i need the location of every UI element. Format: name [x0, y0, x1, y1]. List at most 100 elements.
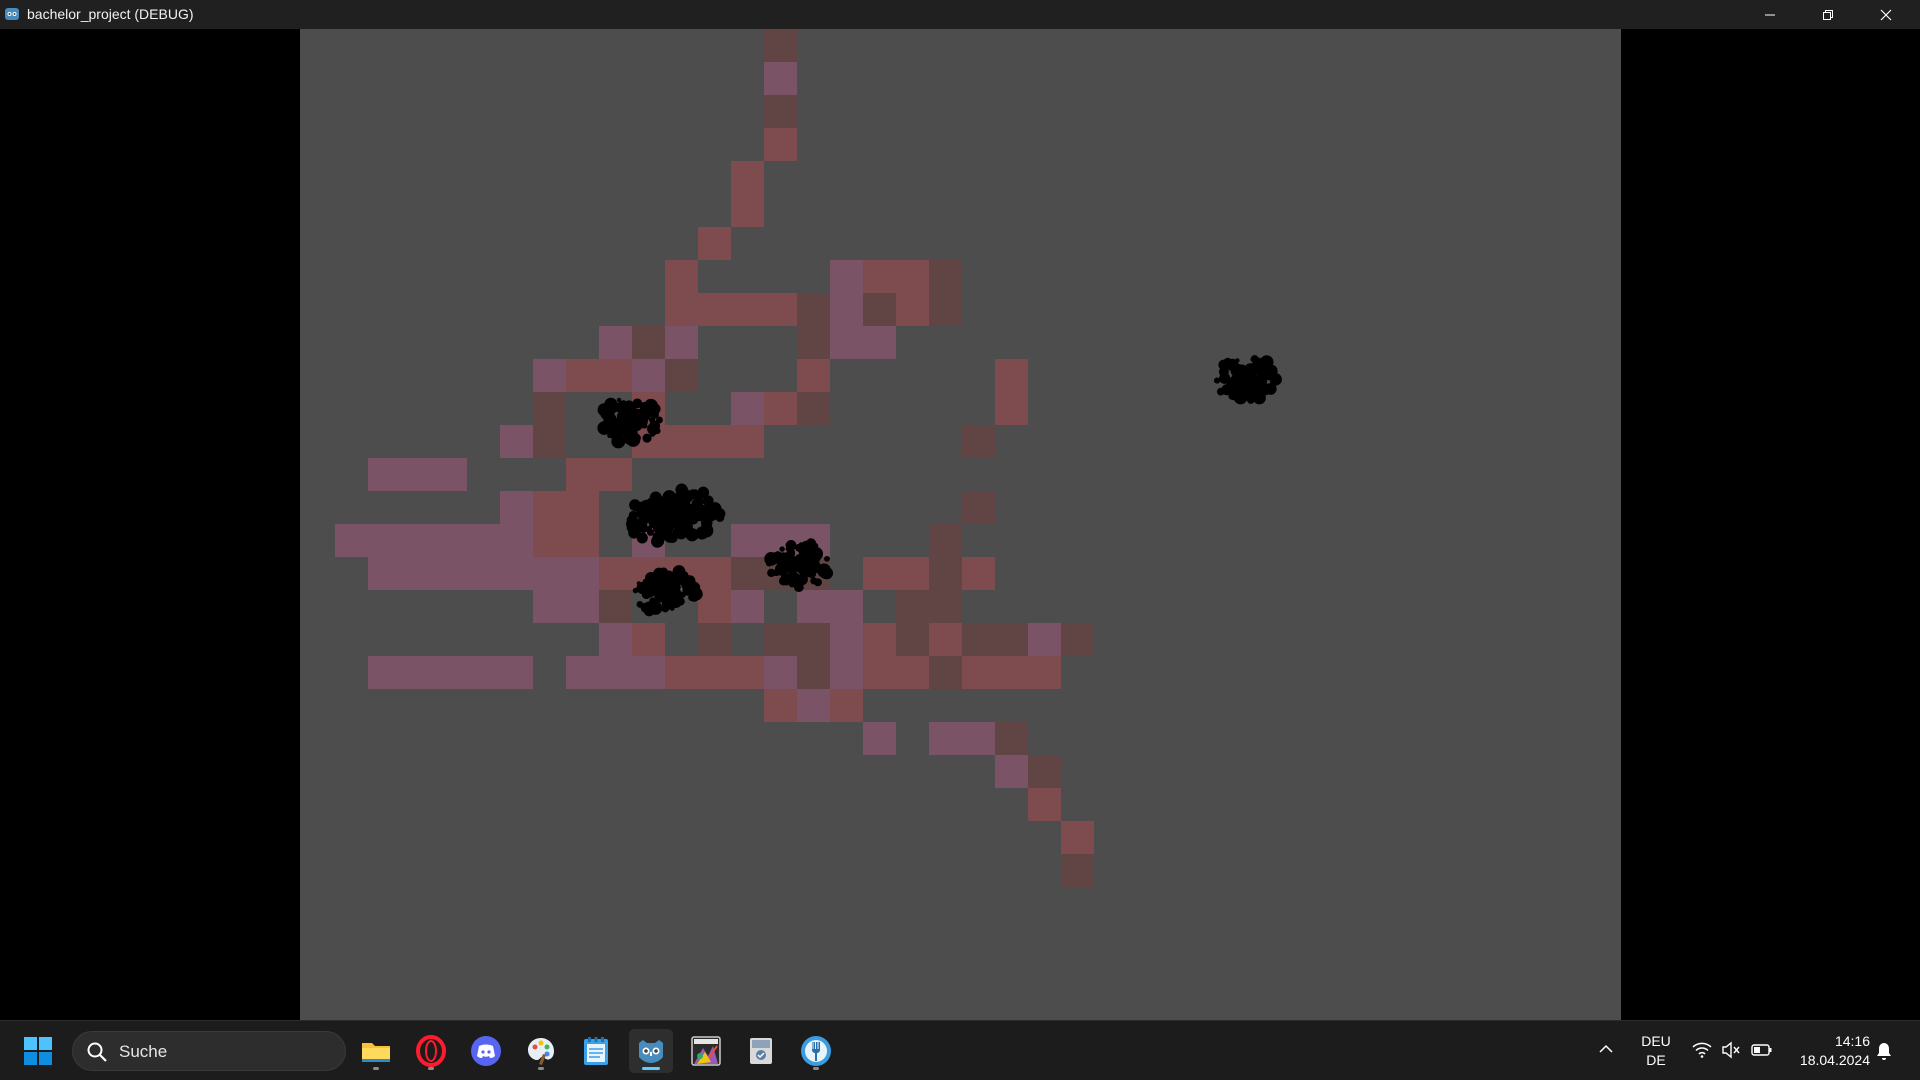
notification-bell-icon[interactable]	[1875, 1041, 1893, 1061]
language-code: DEU	[1641, 1033, 1671, 1049]
media-app-icon	[691, 1036, 721, 1066]
fork-app-icon	[801, 1036, 831, 1066]
map-tile	[500, 524, 533, 557]
chevron-up-icon[interactable]	[1598, 1041, 1614, 1057]
minimize-button[interactable]	[1741, 0, 1799, 29]
taskbar-opera[interactable]	[409, 1029, 453, 1073]
map-tile	[665, 656, 764, 689]
taskbar-paint[interactable]	[519, 1029, 563, 1073]
taskbar-app-7[interactable]	[684, 1029, 728, 1073]
map-tile	[962, 491, 995, 524]
map-tile	[1061, 623, 1094, 656]
map-tile	[962, 425, 995, 458]
map-tile	[995, 755, 1028, 788]
map-tile	[797, 590, 863, 623]
map-tile	[995, 623, 1028, 656]
map-tile	[1028, 788, 1061, 821]
map-tile	[632, 359, 665, 392]
map-tile	[533, 392, 566, 425]
map-tile	[533, 491, 599, 524]
tool-app-icon	[750, 1038, 772, 1064]
map-tile	[698, 623, 731, 656]
map-tile	[632, 623, 665, 656]
map-tile	[797, 392, 830, 425]
map-tile	[698, 227, 731, 260]
taskbar-godot[interactable]	[629, 1029, 673, 1073]
map-tile	[764, 95, 797, 128]
map-tile	[566, 359, 632, 392]
map-tile	[863, 293, 896, 326]
map-tile	[797, 359, 830, 392]
map-tile	[665, 293, 797, 326]
map-tile	[566, 557, 599, 590]
map-tile	[566, 458, 632, 491]
map-tile	[566, 524, 599, 557]
map-tile	[665, 326, 698, 359]
map-tile	[698, 590, 731, 623]
restore-button[interactable]	[1799, 0, 1857, 29]
taskbar-app-8[interactable]	[739, 1029, 783, 1073]
map-tile	[863, 623, 896, 656]
godot-icon	[639, 1040, 663, 1063]
wifi-icon[interactable]	[1692, 1041, 1712, 1059]
map-tile	[797, 656, 830, 689]
map-tile	[830, 623, 863, 656]
map-tile	[500, 425, 533, 458]
map-tile	[797, 293, 830, 326]
map-tile	[698, 557, 731, 590]
taskbar-notepad[interactable]	[574, 1029, 618, 1073]
map-tile	[665, 260, 698, 293]
windows-start-icon[interactable]	[22, 1035, 54, 1067]
folder-icon	[362, 1043, 390, 1062]
restore-icon	[1823, 9, 1833, 20]
taskbar-file-explorer[interactable]	[354, 1029, 398, 1073]
map-tile	[731, 194, 764, 227]
battery-icon[interactable]	[1751, 1041, 1773, 1059]
map-tile	[863, 260, 929, 293]
close-icon	[1880, 9, 1892, 20]
map-tile	[995, 722, 1028, 755]
map-tile	[1061, 821, 1094, 854]
system-clock[interactable]: 14:16 18.04.2024	[1790, 1032, 1870, 1070]
map-tile	[599, 623, 632, 656]
taskbar: Suche DEU DE 14:16 18.04.2024	[0, 1020, 1920, 1080]
minimize-icon	[1765, 14, 1775, 15]
map-tile	[764, 689, 797, 722]
taskbar-search[interactable]: Suche	[72, 1031, 346, 1071]
map-tile	[1028, 755, 1061, 788]
close-button[interactable]	[1857, 0, 1915, 29]
map-tile	[929, 557, 962, 590]
paint-icon	[528, 1038, 554, 1065]
window-title: bachelor_project (DEBUG)	[27, 6, 194, 22]
search-placeholder: Suche	[119, 1042, 168, 1061]
map-tile	[368, 458, 467, 491]
speaker-muted-icon[interactable]	[1721, 1041, 1741, 1059]
map-tile	[764, 656, 797, 689]
taskbar-discord[interactable]	[464, 1029, 508, 1073]
map-tile	[764, 29, 797, 62]
map-tile	[929, 293, 962, 326]
running-indicator	[428, 1067, 434, 1070]
notepad-icon	[584, 1037, 608, 1065]
tile-map	[335, 29, 1282, 887]
map-tile	[929, 260, 962, 293]
window-titlebar[interactable]: bachelor_project (DEBUG)	[0, 0, 1920, 29]
language-indicator[interactable]: DEU DE	[1638, 1032, 1674, 1070]
map-tile	[764, 392, 797, 425]
keyboard-layout: DE	[1646, 1052, 1666, 1068]
map-tile	[731, 590, 764, 623]
map-tile	[368, 656, 533, 689]
search-icon	[87, 1042, 107, 1062]
map-tile	[731, 392, 764, 425]
map-tile	[929, 656, 962, 689]
map-tile	[533, 524, 566, 557]
map-tile	[830, 260, 863, 293]
map-tile	[863, 722, 896, 755]
game-viewport[interactable]	[300, 29, 1621, 1020]
clock-time: 14:16	[1834, 1033, 1870, 1049]
taskbar-app-9[interactable]	[794, 1029, 838, 1073]
map-tile	[962, 656, 1061, 689]
map-tile	[533, 425, 566, 458]
map-tile	[533, 359, 566, 392]
running-indicator	[813, 1067, 819, 1070]
